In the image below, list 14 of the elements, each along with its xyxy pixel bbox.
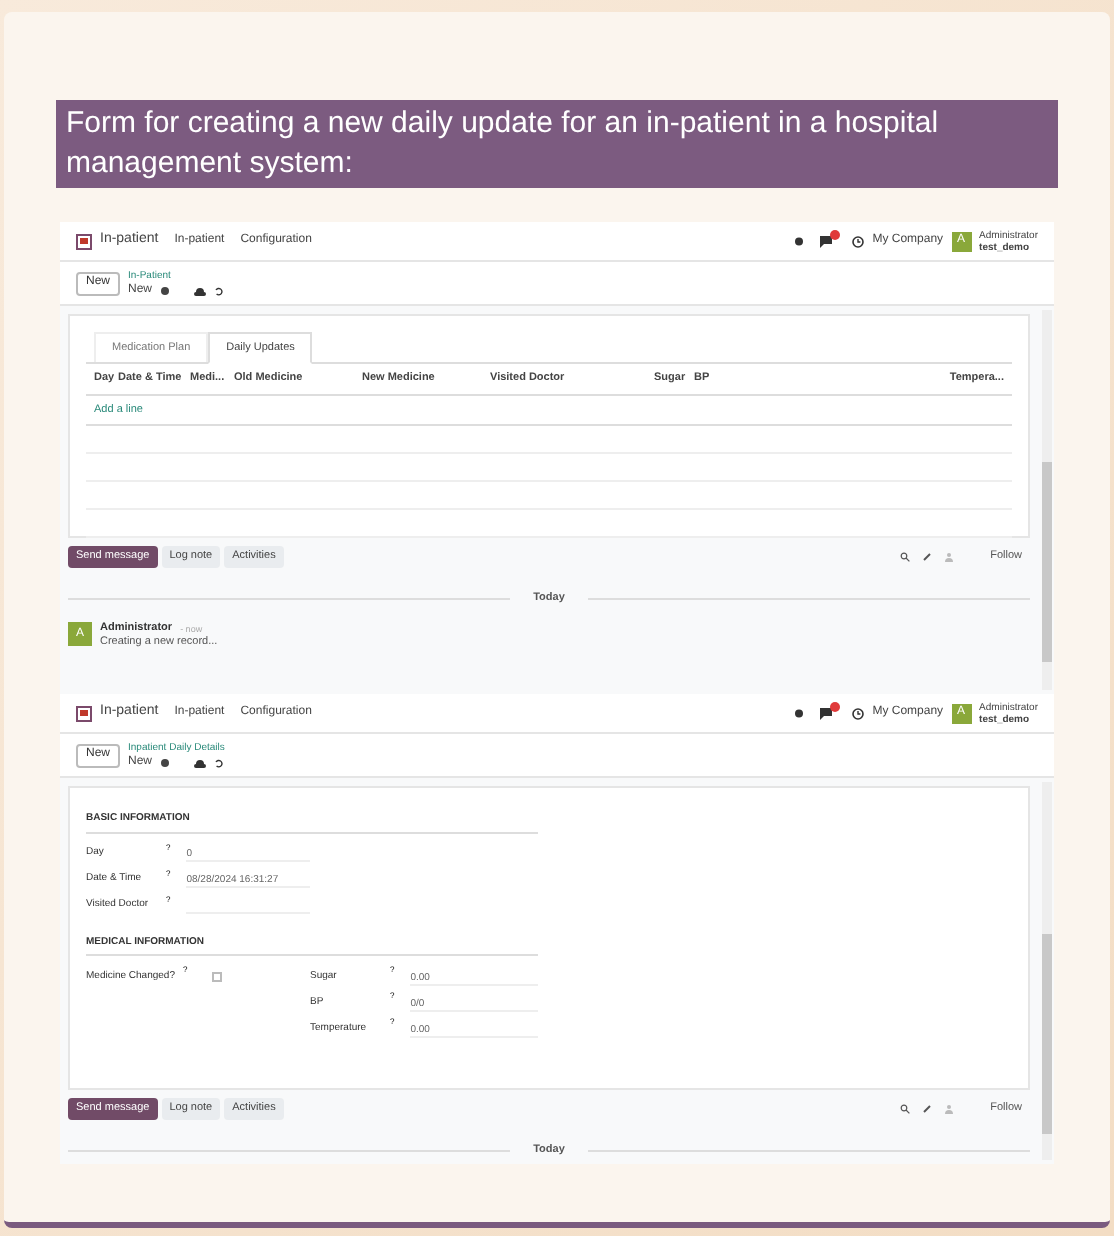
clock-icon[interactable]: [852, 235, 865, 247]
search-icon[interactable]: [900, 1103, 911, 1113]
undo-icon[interactable]: [214, 285, 225, 295]
app-icon[interactable]: [76, 705, 92, 721]
app-icon[interactable]: [76, 233, 92, 249]
checkbox[interactable]: [211, 972, 222, 982]
chat-icon[interactable]: [820, 235, 837, 247]
clock-icon[interactable]: [852, 707, 865, 719]
cloud-upload-icon[interactable]: [194, 285, 207, 295]
undo-icon[interactable]: [214, 757, 225, 767]
search-icon[interactable]: [900, 551, 911, 561]
cloud-upload-icon[interactable]: [194, 757, 207, 767]
chat-icon[interactable]: [820, 707, 837, 719]
caption-banner: Form for creating a new daily update for an in-patient in a hospital management system:: [56, 100, 1058, 188]
